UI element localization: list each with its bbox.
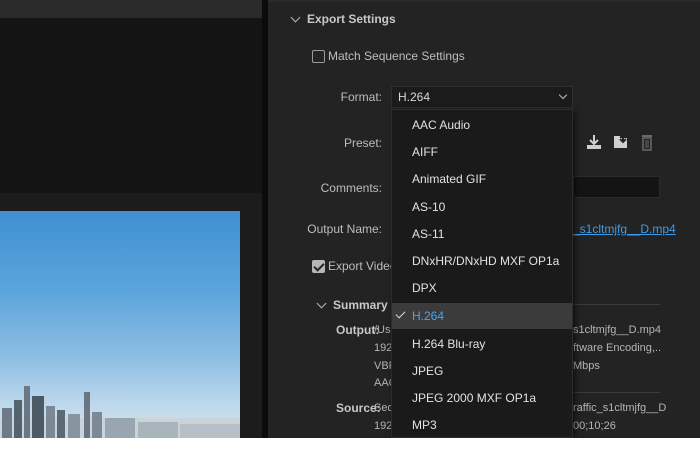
menu-item-dnxhr-dnxhd[interactable]: DNxHR/DNxHD MXF OP1a (392, 248, 572, 274)
summary-source-line: 192 (374, 420, 393, 432)
menu-item-label: AS-10 (412, 200, 446, 214)
menu-item-label: H.264 (412, 309, 445, 323)
comments-label: Comments: (320, 181, 382, 195)
menu-item-label: JPEG 2000 MXF OP1a (412, 391, 537, 405)
menu-item-label: AAC Audio (412, 118, 471, 132)
delete-preset-icon[interactable] (638, 133, 656, 151)
summary-output-line: /Us (374, 324, 391, 336)
chevron-down-icon (290, 12, 301, 22)
menu-item-label: DPX (412, 281, 437, 295)
output-name-label: Output Name: (307, 222, 382, 236)
summary-output-label: Output: (336, 323, 380, 337)
menu-item-as-10[interactable]: AS-10 (392, 194, 572, 220)
summary-divider (573, 304, 660, 305)
menu-item-label: AIFF (412, 145, 438, 159)
format-select[interactable]: H.264 (391, 86, 573, 108)
format-select-value: H.264 (398, 90, 431, 104)
bottom-margin (0, 438, 700, 450)
output-name-link[interactable]: _s1cltmjfg__D.mp4 (573, 222, 676, 236)
menu-item-aiff[interactable]: AIFF (392, 139, 572, 165)
import-preset-icon[interactable] (612, 133, 630, 151)
menu-item-label: AS-11 (412, 227, 445, 241)
match-sequence-checkbox[interactable] (312, 50, 325, 63)
preset-label: Preset: (343, 136, 382, 150)
menu-item-dpx[interactable]: DPX (392, 275, 572, 301)
menu-item-h264-bluray[interactable]: H.264 Blu-ray (392, 331, 572, 357)
menu-item-h264[interactable]: H.264 (392, 303, 572, 329)
export-video-label: Export Video (328, 259, 397, 273)
preview-top-bar (0, 0, 262, 18)
chevron-down-icon (316, 298, 327, 308)
export-window: Export Settings Match Sequence Settings … (0, 0, 700, 438)
export-settings-title: Export Settings (307, 12, 396, 26)
summary-source-line: raffic_s1cltmjfg__D (573, 402, 667, 414)
menu-item-aac-audio[interactable]: AAC Audio (392, 112, 572, 138)
summary-divider (573, 392, 660, 393)
summary-output-line: s1cltmjfg__D.mp4 (573, 324, 662, 336)
menu-item-label: MP3 (412, 418, 437, 432)
format-dropdown-menu: AAC Audio AIFF Animated GIF AS-10 AS-11 … (391, 109, 573, 438)
summary-header[interactable]: Summary (316, 296, 388, 314)
menu-item-jpeg-2000[interactable]: JPEG 2000 MXF OP1a (392, 385, 572, 411)
comments-field[interactable] (573, 176, 660, 198)
match-sequence-label: Match Sequence Settings (328, 49, 465, 63)
export-video-checkbox[interactable] (312, 260, 325, 273)
menu-item-label: H.264 Blu-ray (412, 337, 486, 351)
format-label: Format: (340, 90, 382, 104)
checkmark-icon (395, 308, 406, 319)
summary-output-line: Mbps (573, 360, 600, 372)
export-settings-header[interactable]: Export Settings (290, 10, 396, 28)
video-preview-frame (0, 211, 240, 438)
city-skyline-image (0, 386, 240, 438)
menu-item-as-11[interactable]: AS-11 (392, 221, 572, 247)
summary-output-line: 192 (374, 342, 393, 354)
menu-item-jpeg[interactable]: JPEG (392, 358, 572, 384)
summary-source-line: 00;10;26 (573, 420, 616, 432)
menu-item-animated-gif[interactable]: Animated GIF (392, 166, 572, 192)
menu-item-mp3[interactable]: MP3 (392, 412, 572, 438)
menu-item-label: Animated GIF (412, 172, 487, 186)
summary-title: Summary (333, 298, 388, 312)
summary-output-line: ftware Encoding,.. (573, 342, 662, 354)
preview-empty-area (0, 18, 262, 193)
save-preset-icon[interactable] (585, 133, 603, 151)
pane-top-edge (268, 0, 700, 2)
menu-item-label: DNxHR/DNxHD MXF OP1a (412, 254, 560, 268)
menu-item-label: JPEG (412, 364, 444, 378)
